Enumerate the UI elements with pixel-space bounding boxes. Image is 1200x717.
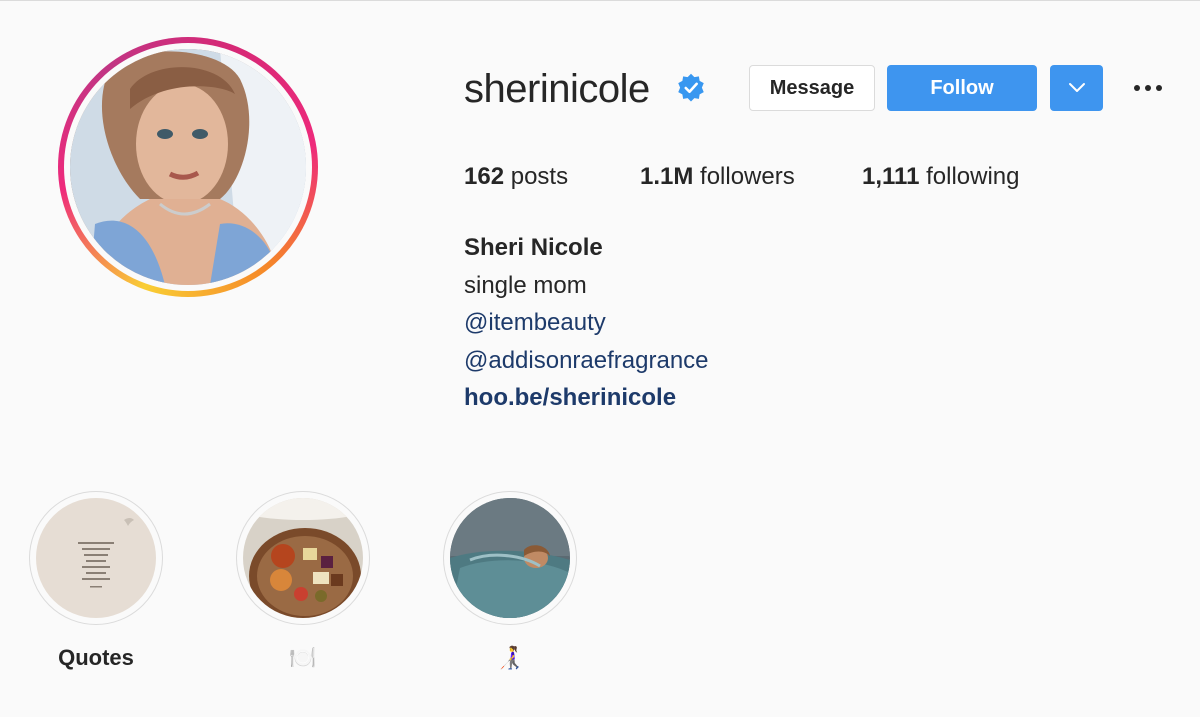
chevron-down-icon — [1068, 83, 1085, 92]
following-stat[interactable]: 1,111 following — [862, 161, 1019, 193]
highlight-ring — [443, 491, 577, 625]
highlight-ring — [29, 491, 163, 625]
message-button[interactable]: Message — [749, 65, 875, 111]
highlight-quotes[interactable]: Quotes — [29, 491, 163, 673]
profile-username: sherinicole — [464, 67, 650, 111]
more-dot — [1134, 85, 1140, 91]
highlight-ring — [236, 491, 370, 625]
bio-mention-addisonraefragrance[interactable]: @addisonraefragrance — [464, 342, 709, 380]
highlight-cover — [450, 498, 570, 618]
followers-count: 1.1M — [640, 163, 694, 190]
highlight-food[interactable]: 🍽️ — [236, 491, 370, 673]
suggested-dropdown-button[interactable] — [1050, 65, 1103, 111]
bio-text: single mom — [464, 271, 587, 299]
bio-mention-itembeauty[interactable]: @itembeauty — [464, 304, 709, 342]
more-dot — [1145, 85, 1151, 91]
followers-stat[interactable]: 1.1M followers — [640, 161, 795, 193]
highlight-label: Quotes — [58, 645, 134, 670]
bio-link[interactable]: hoo.be/sherinicole — [464, 379, 709, 417]
profile-avatar[interactable] — [70, 49, 306, 285]
full-name: Sheri Nicole — [464, 234, 603, 261]
profile-photo — [70, 49, 306, 285]
verified-badge-icon — [678, 73, 704, 102]
highlight-cover — [243, 498, 363, 618]
highlight-sleep[interactable]: 👩‍🦯 — [443, 491, 577, 673]
highlight-label: 🍽️ — [289, 645, 317, 670]
posts-label: posts — [504, 163, 569, 190]
follow-button[interactable]: Follow — [887, 65, 1037, 111]
followers-label: followers — [693, 163, 795, 190]
more-dot — [1156, 85, 1162, 91]
posts-stat: 162 posts — [464, 161, 568, 193]
profile-bio: Sheri Nicole single mom @itembeauty @add… — [464, 229, 709, 417]
more-options-icon[interactable] — [1126, 73, 1170, 103]
highlight-label: 👩‍🦯 — [496, 645, 524, 670]
profile-avatar-ring[interactable] — [58, 37, 318, 297]
following-label: following — [919, 163, 1020, 190]
posts-count: 162 — [464, 163, 505, 190]
highlight-cover — [36, 498, 156, 618]
following-count: 1,111 — [862, 163, 920, 190]
